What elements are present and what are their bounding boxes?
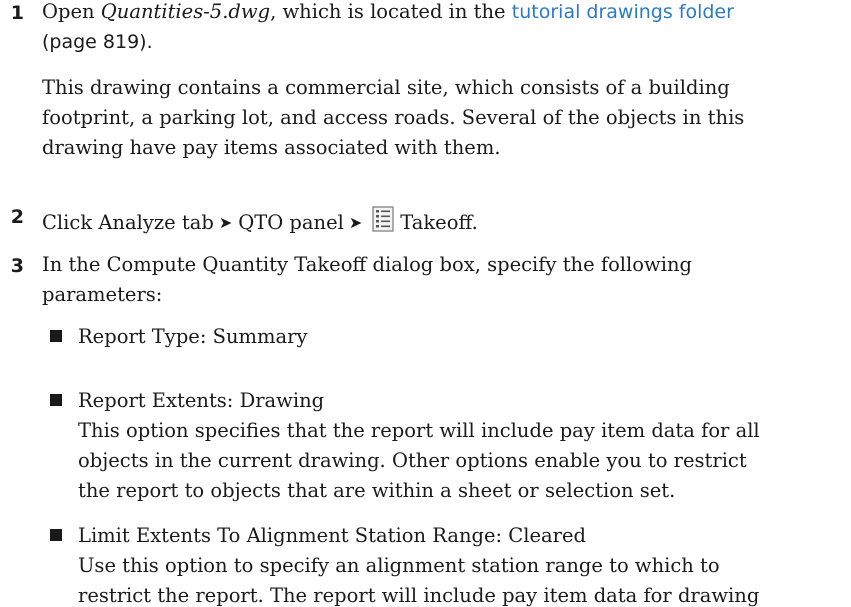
step-1-text-a: Open <box>42 0 101 23</box>
step-number-3: 3 <box>10 255 24 277</box>
bullet-marker <box>50 529 62 541</box>
drawing-filename: Quantities-5.dwg <box>100 0 271 23</box>
arrow-icon: ➤ <box>218 213 233 232</box>
takeoff-icon <box>372 206 394 232</box>
report-type-option: Report Type: Summary <box>78 325 308 348</box>
step-1-paragraph-line-2: footprint, a parking lot, and access roa… <box>42 106 745 129</box>
limit-extents-desc-line-1: Use this option to specify an alignment … <box>78 554 720 577</box>
report-extents-desc-line-2: objects in the current drawing. Other op… <box>78 449 747 472</box>
qto-panel-text: QTO panel <box>238 211 344 234</box>
limit-extents-option: Limit Extents To Alignment Station Range… <box>78 524 586 547</box>
step-number-1: 1 <box>10 2 24 24</box>
report-extents-desc-line-1: This option specifies that the report wi… <box>78 419 760 442</box>
report-extents-option: Report Extents: Drawing <box>78 389 325 412</box>
step-2-instruction: Click Analyze tab ➤ QTO panel ➤ Takeoff. <box>42 206 478 233</box>
page-reference: (page 819). <box>42 31 153 53</box>
analyze-tab-text: Click Analyze tab <box>42 211 214 234</box>
takeoff-text: Takeoff. <box>400 211 478 234</box>
arrow-icon: ➤ <box>348 213 363 232</box>
step-3-line-1: In the Compute Quantity Takeoff dialog b… <box>42 253 692 276</box>
report-extents-desc-line-3: the report to objects that are within a … <box>78 479 676 502</box>
bullet-marker <box>50 394 62 406</box>
tutorial-drawings-folder-link[interactable]: tutorial drawings folder <box>512 1 734 23</box>
bullet-marker <box>50 330 62 342</box>
step-3-line-2: parameters: <box>42 283 163 306</box>
step-1-paragraph-line-1: This drawing contains a commercial site,… <box>42 76 730 99</box>
step-1-text-b: , which is located in the <box>270 0 512 23</box>
step-number-2: 2 <box>10 206 24 228</box>
limit-extents-desc-line-2: restrict the report. The report will inc… <box>78 584 760 607</box>
step-1-paragraph-line-3: drawing have pay items associated with t… <box>42 136 501 159</box>
step-1-instruction: Open Quantities-5.dwg, which is located … <box>42 2 734 22</box>
